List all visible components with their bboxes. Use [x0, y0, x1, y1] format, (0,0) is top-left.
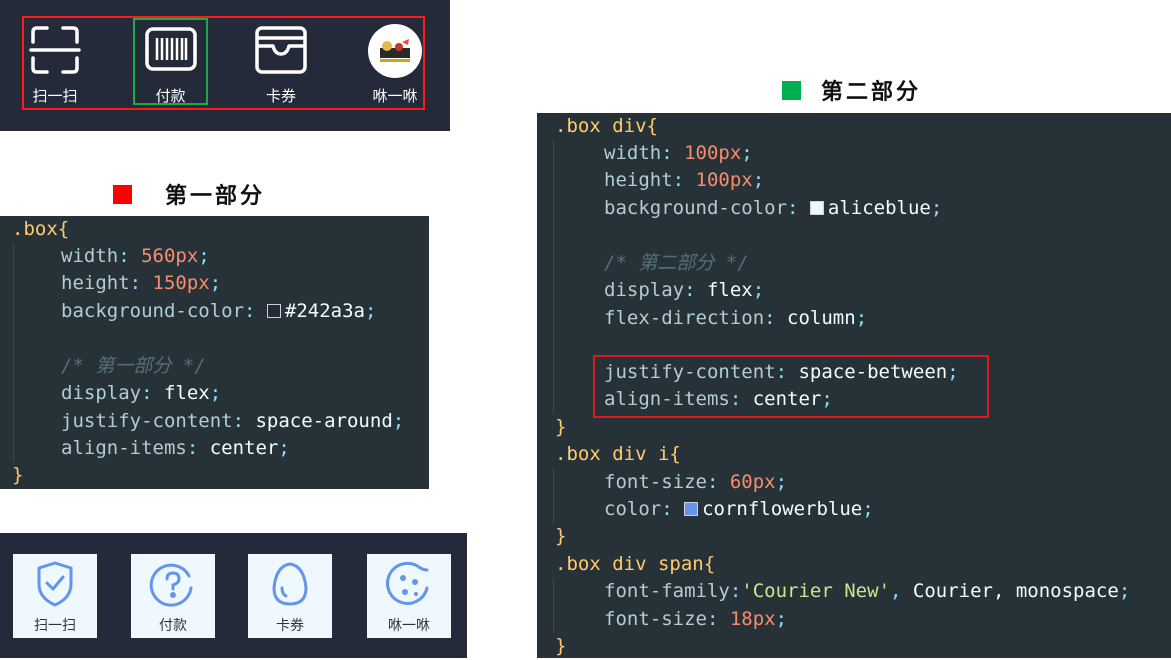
bottom-item-scan[interactable]: 扫一扫 — [13, 554, 97, 638]
top-item-label: 卡券 — [265, 87, 296, 105]
cookie-icon — [367, 558, 451, 614]
color-swatch — [684, 502, 699, 516]
top-item-shake[interactable]: 咻一咻 — [355, 18, 435, 108]
barcode-icon — [135, 24, 206, 76]
bottom-item-shake[interactable]: 咻一咻 — [367, 554, 451, 638]
section1-title: 第一部分 — [165, 184, 266, 209]
bottom-item-label: 扫一扫 — [34, 618, 76, 634]
wallet-icon — [241, 24, 321, 76]
demo-top-bar: 扫一扫 付款 卡券 咻一咻 — [0, 0, 450, 131]
section2-title: 第二部分 — [821, 80, 922, 105]
color-swatch — [266, 304, 281, 318]
bottom-item-label: 卡券 — [276, 618, 304, 634]
color-swatch — [809, 201, 824, 215]
top-item-label: 扫一扫 — [32, 87, 78, 105]
top-item-coupon[interactable]: 卡券 — [241, 18, 321, 108]
green-square-marker — [782, 80, 801, 100]
egg-icon — [248, 558, 332, 614]
scan-icon — [15, 24, 95, 76]
bottom-item-label: 咻一咻 — [388, 618, 430, 634]
bottom-item-label: 付款 — [159, 618, 187, 634]
code-panel-box: .box{ width: 560px; height: 150px; backg… — [0, 216, 429, 489]
shield-check-icon — [13, 558, 97, 614]
top-item-label: 咻一咻 — [372, 87, 418, 105]
top-item-label: 付款 — [155, 87, 186, 105]
avatar-icon — [355, 24, 435, 78]
top-item-pay[interactable]: 付款 — [133, 18, 208, 105]
red-square-marker — [113, 184, 132, 204]
question-circle-icon — [131, 558, 215, 614]
bottom-item-coupon[interactable]: 卡券 — [248, 554, 332, 638]
bottom-item-pay[interactable]: 付款 — [131, 554, 215, 638]
section1-heading: 第一部分 — [113, 178, 265, 210]
demo-bottom-bar: 扫一扫 付款 卡券 咻一咻 — [0, 533, 467, 658]
code-panel-box-div: .box div{ width: 100px; height: 100px; b… — [537, 113, 1171, 658]
top-item-scan[interactable]: 扫一扫 — [15, 18, 95, 108]
section2-heading: 第二部分 — [782, 74, 921, 106]
